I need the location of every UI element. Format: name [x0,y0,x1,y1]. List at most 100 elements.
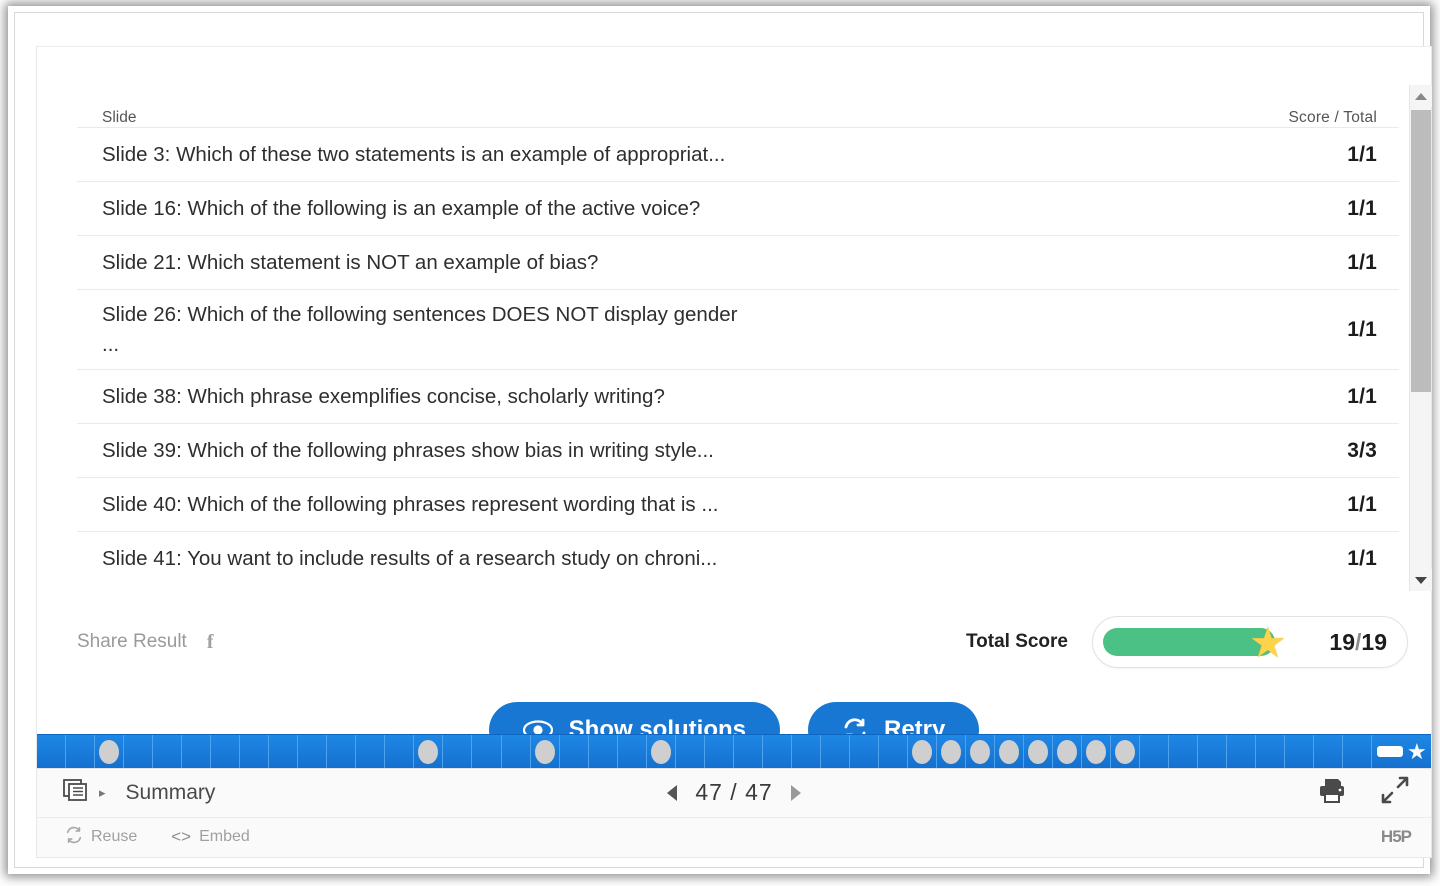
progress-segment[interactable] [211,734,241,769]
score-max: 19 [1361,628,1387,655]
progress-segment[interactable] [879,734,908,769]
score-achieved: 19 [1329,628,1356,655]
progress-segment[interactable] [1140,734,1170,769]
reuse-button[interactable]: Reuse [65,826,137,849]
slides-list-icon[interactable] [63,778,89,807]
row-score: 3/3 [1347,438,1377,462]
page-indicator: 47 / 47 [695,779,772,806]
table-row[interactable]: Slide 40: Which of the following phrases… [77,477,1399,531]
table-body[interactable]: Slide 3: Which of these two statements i… [77,127,1399,591]
previous-slide-button[interactable] [667,784,678,801]
table-row[interactable]: Slide 16: Which of the following is an e… [77,181,1399,235]
progress-segment[interactable] [734,734,763,769]
progress-segment[interactable] [966,734,996,769]
progress-dot-icon [911,739,932,764]
summary-star-icon: ★ [1407,738,1427,764]
progress-segment[interactable] [472,734,502,769]
table-row[interactable]: Slide 3: Which of these two statements i… [77,127,1399,181]
progress-segment[interactable] [763,734,792,769]
nav-left-group: ▸ Summary [63,778,215,807]
progress-segment[interactable] [937,734,966,769]
row-slide-text: Slide 3: Which of these two statements i… [102,142,726,166]
progress-dot-icon [650,739,671,764]
scrollbar-thumb[interactable] [1411,110,1431,392]
progress-segment[interactable] [327,734,357,769]
progress-dot-icon [99,739,120,764]
navigation-bar: ▸ Summary 47 / 47 [37,768,1431,817]
progress-segment[interactable] [531,734,560,769]
progress-segment[interactable] [1082,734,1112,769]
chevron-right-icon[interactable]: ▸ [99,785,106,801]
score-summary-row: Share Result f Total Score ★ 19/19 [77,612,1413,672]
progress-segment[interactable] [647,734,676,769]
progress-segment[interactable] [995,734,1025,769]
table-row[interactable]: Slide 38: Which phrase exemplifies conci… [77,369,1399,423]
progress-segment[interactable] [356,734,386,769]
scroll-down-button[interactable] [1410,569,1432,591]
progress-segment[interactable] [850,734,879,769]
printer-icon[interactable] [1317,776,1347,809]
table-row[interactable]: Slide 39: Which of the following phrases… [77,423,1399,477]
row-score: 1/1 [1347,546,1377,570]
table-row[interactable]: Slide 41: You want to include results of… [77,531,1399,585]
progress-segment[interactable] [124,734,154,769]
progress-segment[interactable] [1285,734,1315,769]
progress-segment[interactable] [1198,734,1228,769]
progress-segment[interactable] [37,734,67,769]
row-score: 1/1 [1347,250,1377,274]
progress-segment[interactable] [792,734,821,769]
table-row[interactable]: Slide 21: Which statement is NOT an exam… [77,235,1399,289]
progress-dot-icon [970,739,991,764]
progress-segment[interactable] [1053,734,1083,769]
progress-segment[interactable] [443,734,473,769]
progress-segment[interactable] [385,734,415,769]
progress-summary-segment[interactable]: ★ [1372,735,1431,769]
row-score: 1/1 [1347,317,1377,341]
progress-segment[interactable] [560,734,589,769]
fullscreen-icon[interactable] [1381,776,1409,809]
progress-segment[interactable] [1314,734,1344,769]
reuse-label: Reuse [91,828,138,846]
progress-segment[interactable] [182,734,212,769]
progress-segment[interactable] [240,734,270,769]
progress-segment[interactable] [821,734,850,769]
score-gauge: ★ 19/19 [1092,616,1408,668]
progress-segment[interactable] [1169,734,1199,769]
progress-segment[interactable] [589,734,618,769]
progress-segment[interactable] [676,734,705,769]
progress-segment[interactable] [414,734,444,769]
slide-progress-bar[interactable]: ★ [37,734,1431,769]
score-value: 19/19 [1329,629,1387,656]
progress-segment[interactable] [298,734,328,769]
progress-segment[interactable] [502,734,531,769]
progress-segment[interactable] [95,734,125,769]
progress-segment[interactable] [1111,734,1141,769]
column-header-slide: Slide [102,109,137,126]
chevron-down-icon [1415,576,1427,584]
facebook-icon[interactable]: f [207,631,214,654]
progress-segment[interactable] [1227,734,1257,769]
progress-segment[interactable] [618,734,647,769]
progress-segment[interactable] [908,734,937,769]
progress-segment[interactable] [153,734,183,769]
progress-segment[interactable] [1024,734,1054,769]
progress-segment[interactable] [1343,734,1373,769]
progress-segment[interactable] [1256,734,1286,769]
table-scrollbar[interactable] [1409,85,1432,591]
progress-segment[interactable] [66,734,96,769]
scroll-up-button[interactable] [1410,85,1432,107]
next-slide-button[interactable] [790,784,801,801]
page-current: 47 [695,779,723,806]
chevron-up-icon [1415,92,1427,100]
table-row[interactable]: Slide 26: Which of the following sentenc… [77,289,1399,369]
embed-button[interactable]: <> Embed [171,827,250,847]
progress-segment[interactable] [269,734,299,769]
row-slide-text: Slide 26: Which of the following sentenc… [102,302,738,356]
row-score: 1/1 [1347,384,1377,408]
embed-label: Embed [199,828,250,846]
progress-dot-icon [534,739,555,764]
progress-segment[interactable] [705,734,734,769]
page-navigation: 47 / 47 [37,779,1431,806]
current-slide-title: Summary [125,780,216,804]
page-total: 47 [745,779,773,806]
